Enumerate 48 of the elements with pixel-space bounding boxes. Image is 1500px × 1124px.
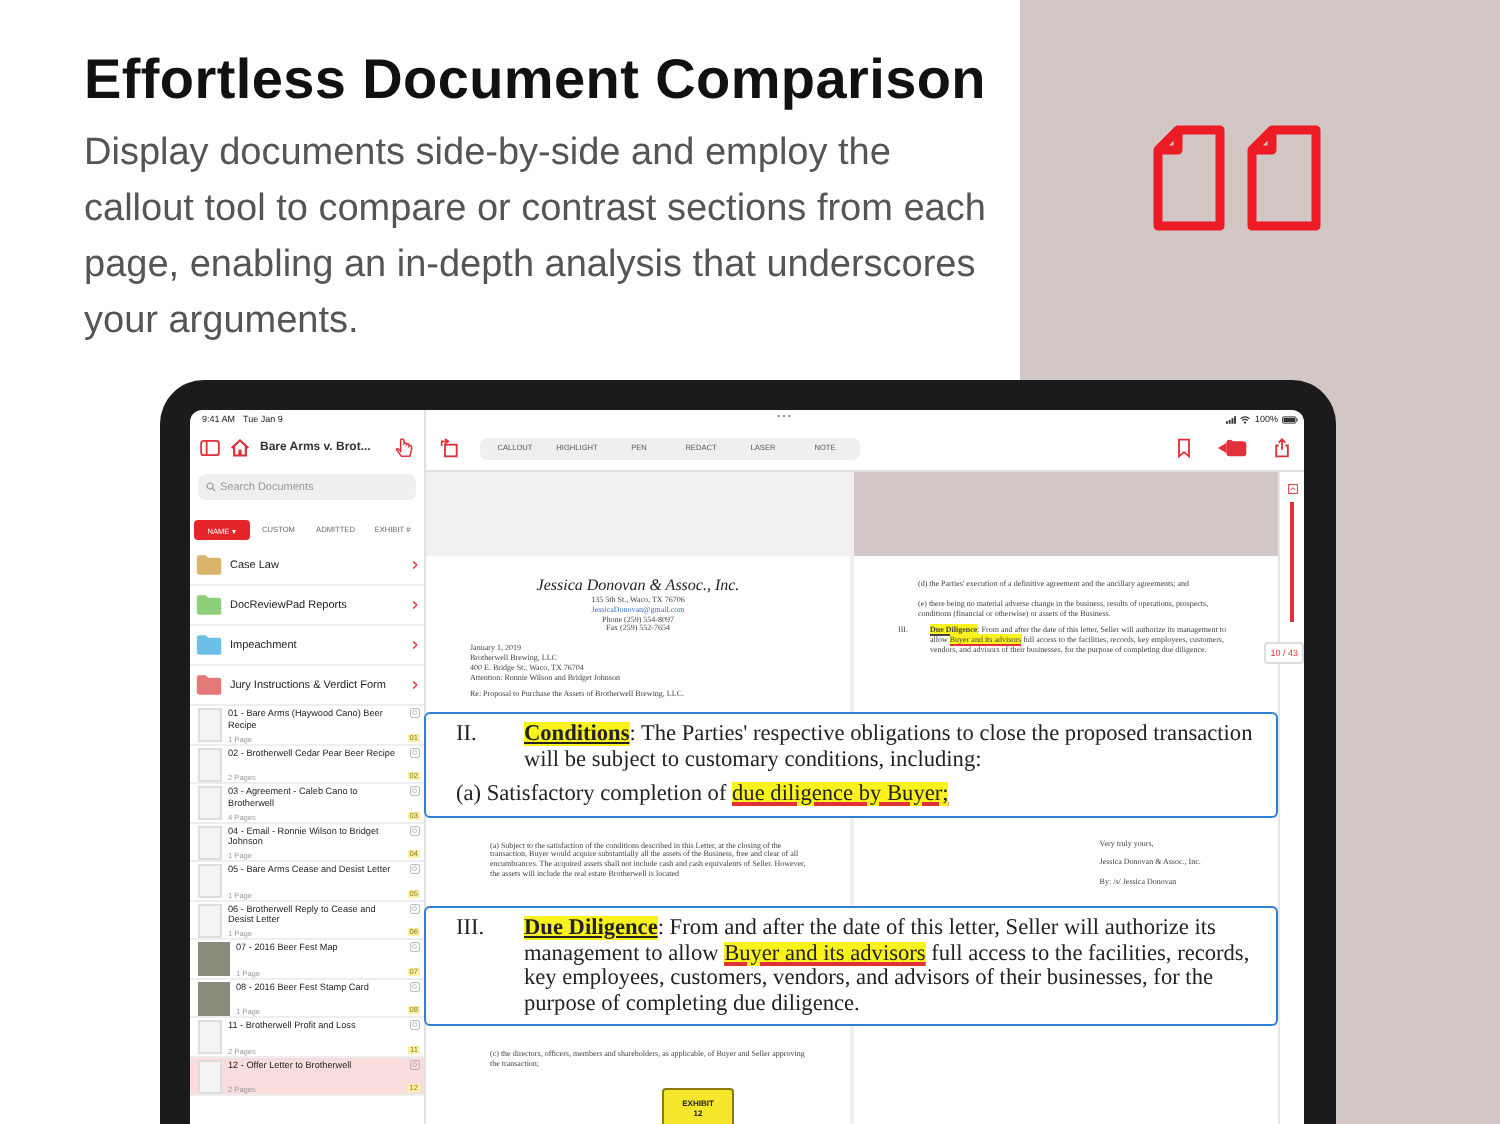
sidebar-toggle-icon[interactable] xyxy=(200,438,220,458)
callout-text: Due Diligence: From and after the date of this letter, Seller will authorize its management to allow Buyer and its advisors full access to the facilities, records, key employees, customers, vendors, and advisors of their businesses, for the purpose of completing due diligence. xyxy=(524,916,1252,1017)
preview-icon[interactable] xyxy=(410,942,420,952)
firm-name: Jessica Donovan & Assoc., Inc. xyxy=(534,576,742,594)
preview-icon[interactable] xyxy=(410,1059,420,1069)
page-thumbnail xyxy=(198,708,222,742)
bookmark-icon[interactable] xyxy=(1174,438,1194,458)
search-icon xyxy=(206,482,216,492)
preview-icon[interactable] xyxy=(410,747,420,757)
page-thumbnail xyxy=(198,786,222,820)
share-icon[interactable] xyxy=(1272,438,1292,458)
callout-box[interactable]: II. Conditions: The Parties' respective obligations to close the proposed transaction will be subject to customary conditions, including: (a) Satisfactory completion of due diligence by Buyer; xyxy=(424,712,1278,818)
photo-thumbnail xyxy=(198,942,230,976)
wifi-icon xyxy=(1240,415,1251,423)
preview-icon[interactable] xyxy=(410,708,420,718)
page-thumbnail xyxy=(198,1059,222,1093)
page-thumbnail xyxy=(198,747,222,781)
preview-icon[interactable] xyxy=(410,864,420,874)
chevron-icon xyxy=(412,600,418,610)
callout-box[interactable] xyxy=(424,906,1278,1027)
battery-icon xyxy=(1282,415,1298,423)
preview-icon[interactable] xyxy=(410,903,420,913)
callout-text: Conditions: The Parties' respective obligations to close the proposed transaction will be subject to customary conditions, including: xyxy=(524,722,1255,773)
callout-text: (a) Satisfactory completion of due diligence by Buyer; xyxy=(456,782,951,808)
section-number: III. xyxy=(456,916,487,945)
description: Display documents side-by-side and employ the callout tool to compare or contrast sections from each page, enabling an in-depth analysis that underscores your arguments. xyxy=(84,130,988,346)
documents-icon xyxy=(1152,124,1324,232)
photo-thumbnail xyxy=(198,981,230,1015)
hand-pointer-icon[interactable] xyxy=(394,438,414,458)
preview-icon[interactable] xyxy=(410,981,420,991)
chevron-icon xyxy=(412,640,418,650)
section-number: II. xyxy=(456,722,479,751)
page-thumbnail xyxy=(198,864,222,898)
projector-icon[interactable] xyxy=(1218,438,1248,458)
preview-icon[interactable] xyxy=(410,1020,420,1030)
headline: Effortless Document Comparison xyxy=(84,46,986,114)
preview-icon[interactable] xyxy=(410,786,420,796)
scroll-track[interactable] xyxy=(1290,502,1294,622)
preview-icon[interactable] xyxy=(410,825,420,835)
scroll-up-icon[interactable] xyxy=(1287,484,1297,494)
home-icon[interactable] xyxy=(230,438,250,458)
chevron-icon xyxy=(412,680,418,690)
page-thumbnail xyxy=(198,1020,222,1054)
page-thumbnail xyxy=(198,903,222,937)
rotate-page-icon[interactable] xyxy=(440,438,460,458)
chevron-icon xyxy=(412,560,418,570)
signal-icon xyxy=(1226,415,1237,423)
page-thumbnail xyxy=(198,825,222,859)
